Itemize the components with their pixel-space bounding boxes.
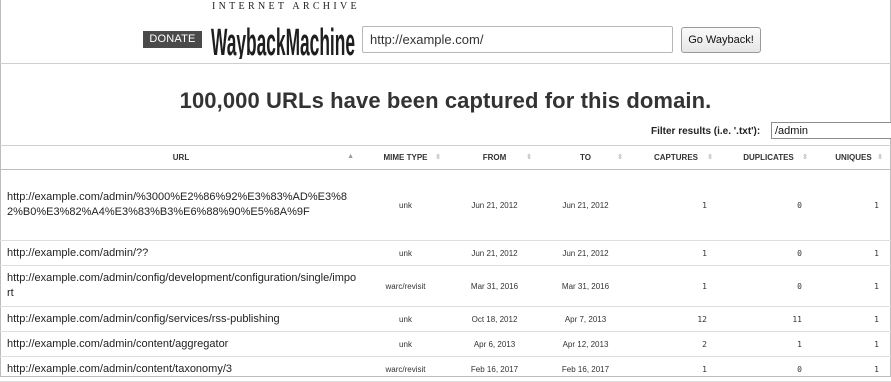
mime-type-cell: unk [362, 306, 449, 332]
column-header-mime-type[interactable]: MIME TYPE ⬍ [362, 145, 449, 170]
table-row[interactable]: http://example.com/admin/?? unk Jun 21, … [0, 240, 891, 266]
column-header-uniques[interactable]: UNIQUES ⬍ [816, 145, 891, 170]
url-cell[interactable]: http://example.com/admin/?? [0, 240, 362, 266]
column-header-label: FROM [482, 153, 507, 162]
url-cell[interactable]: http://example.com/admin/config/developm… [0, 265, 362, 307]
duplicates-cell: 0 [721, 169, 816, 241]
to-date-cell: Jun 21, 2012 [540, 240, 631, 266]
captures-cell: 2 [631, 331, 721, 357]
url-cell[interactable]: http://example.com/admin/config/services… [0, 306, 362, 332]
column-header-label: DUPLICATES [743, 153, 794, 162]
uniques-cell: 1 [816, 169, 891, 241]
captures-table: URL ▲ MIME TYPE ⬍ FROM ⬍ TO ⬍ CAPTURES ⬍… [0, 145, 891, 382]
captures-cell: 1 [631, 169, 721, 241]
column-header-to[interactable]: TO ⬍ [540, 145, 631, 170]
sort-icon: ⬍ [877, 154, 883, 161]
mime-type-cell: unk [362, 240, 449, 266]
header-divider [0, 63, 891, 64]
table-header-row: URL ▲ MIME TYPE ⬍ FROM ⬍ TO ⬍ CAPTURES ⬍… [0, 145, 891, 170]
filter-input[interactable] [771, 122, 891, 139]
sort-icon: ⬍ [435, 154, 441, 161]
column-header-label: TO [580, 153, 591, 162]
sort-icon: ⬍ [802, 154, 808, 161]
url-cell[interactable]: http://example.com/admin/content/aggrega… [0, 331, 362, 357]
captures-cell: 1 [631, 265, 721, 307]
to-date-cell: Mar 31, 2016 [540, 265, 631, 307]
from-date-cell: Jun 21, 2012 [449, 169, 540, 241]
filter-label: Filter results (i.e. '.txt'): [651, 126, 761, 137]
logo-subtitle: INTERNET ARCHIVE [212, 1, 360, 12]
captures-cell: 1 [631, 240, 721, 266]
from-date-cell: Apr 6, 2013 [449, 331, 540, 357]
mime-type-cell: warc/revisit [362, 265, 449, 307]
url-cell[interactable]: http://example.com/admin/%3000%E2%86%92%… [0, 169, 362, 241]
sort-ascending-icon: ▲ [347, 153, 354, 160]
column-header-label: CAPTURES [653, 153, 698, 162]
duplicates-cell: 11 [721, 306, 816, 332]
uniques-cell: 1 [816, 240, 891, 266]
column-header-from[interactable]: FROM ⬍ [449, 145, 540, 170]
duplicates-cell: 0 [721, 240, 816, 266]
uniques-cell: 1 [816, 306, 891, 332]
page-title: 100,000 URLs have been captured for this… [179, 88, 712, 113]
donate-button[interactable]: DONATE [143, 31, 202, 48]
sort-icon: ⬍ [617, 154, 623, 161]
uniques-cell: 1 [816, 265, 891, 307]
table-row[interactable]: http://example.com/admin/content/aggrega… [0, 331, 891, 357]
column-header-captures[interactable]: CAPTURES ⬍ [631, 145, 721, 170]
column-header-url[interactable]: URL ▲ [0, 145, 362, 170]
column-header-label: MIME TYPE [383, 153, 428, 162]
mime-type-cell: unk [362, 331, 449, 357]
column-header-duplicates[interactable]: DUPLICATES ⬍ [721, 145, 816, 170]
to-date-cell: Jun 21, 2012 [540, 169, 631, 241]
to-date-cell: Apr 7, 2013 [540, 306, 631, 332]
captures-cell: 12 [631, 306, 721, 332]
from-date-cell: Oct 18, 2012 [449, 306, 540, 332]
sort-icon: ⬍ [526, 154, 532, 161]
from-date-cell: Mar 31, 2016 [449, 265, 540, 307]
uniques-cell: 1 [816, 331, 891, 357]
table-row[interactable]: http://example.com/admin/%3000%E2%86%92%… [0, 169, 891, 241]
wayback-url-input[interactable] [362, 26, 673, 53]
wayback-machine-logo[interactable]: WaybackMachine [211, 15, 355, 59]
to-date-cell: Apr 12, 2013 [540, 331, 631, 357]
column-header-label: URL [172, 153, 190, 162]
go-wayback-button[interactable]: Go Wayback! [681, 27, 761, 53]
from-date-cell: Jun 21, 2012 [449, 240, 540, 266]
logo-wordmark: WaybackMachine [211, 22, 355, 59]
column-header-label: UNIQUES [835, 153, 872, 162]
duplicates-cell: 1 [721, 331, 816, 357]
table-row[interactable]: http://example.com/admin/config/services… [0, 306, 891, 332]
table-row[interactable]: http://example.com/admin/config/developm… [0, 265, 891, 307]
sort-icon: ⬍ [707, 154, 713, 161]
duplicates-cell: 0 [721, 265, 816, 307]
mime-type-cell: unk [362, 169, 449, 241]
